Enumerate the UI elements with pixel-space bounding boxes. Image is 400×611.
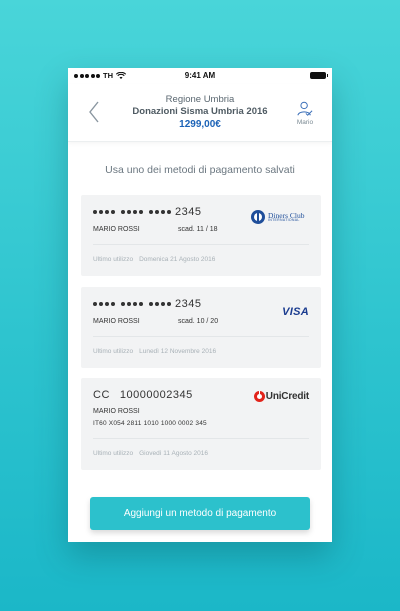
masked-digits [93, 302, 171, 306]
payment-bank-unicredit[interactable]: CC 10000002345 UniCredit MARIO ROSSI IT6… [81, 378, 321, 470]
unicredit-mark-icon [253, 391, 265, 402]
unicredit-logo-text: UniCredit [265, 391, 309, 402]
account-prefix: CC [93, 389, 110, 401]
card-expiry: scad. 11 / 18 [178, 226, 218, 233]
user-profile-button[interactable]: Mario [292, 101, 318, 126]
last-used-label: Ultimo utilizzo [93, 348, 134, 355]
last-used-label: Ultimo utilizzo [93, 450, 134, 457]
card-last-used: Ultimo utilizzo Lunedì 12 Novembre 2016 [93, 348, 216, 355]
header-campaign: Donazioni Sisma Umbria 2016 [132, 106, 268, 117]
payment-card-diners[interactable]: 2345 Diners Club INTERNATIONAL MARIO ROS… [81, 195, 321, 276]
unicredit-logo: UniCredit [253, 391, 309, 402]
header-amount: 1299,00€ [179, 119, 221, 130]
header-organization: Regione Umbria [165, 94, 235, 105]
status-time: 9:41 AM [184, 71, 216, 80]
nav-header: Regione Umbria Donazioni Sisma Umbria 20… [68, 84, 332, 142]
card-number: 2345 [93, 298, 201, 310]
masked-digits [93, 210, 171, 214]
phone-screen: TH 9:41 AM Regione Umbria Donazioni Sism… [68, 68, 332, 542]
account-number: CC 10000002345 [93, 389, 193, 401]
card-last-used: Ultimo utilizzo Giovedì 11 Agosto 2016 [93, 450, 208, 457]
card-holder: MARIO ROSSI [93, 318, 140, 325]
card-number: 2345 [93, 206, 201, 218]
last-used-date: Giovedì 11 Agosto 2016 [139, 450, 208, 457]
card-divider [93, 438, 309, 439]
account-holder: MARIO ROSSI [93, 408, 140, 415]
account-iban: IT60 X054 2811 1010 1000 0002 345 [93, 420, 207, 427]
battery-icon [310, 72, 328, 79]
diners-club-mark-icon [251, 210, 265, 224]
payment-card-visa[interactable]: 2345 VISA MARIO ROSSI scad. 10 / 20 Ulti… [81, 287, 321, 368]
status-bar: TH 9:41 AM [68, 68, 332, 84]
user-label: Mario [296, 119, 314, 126]
visa-logo: VISA [282, 306, 309, 318]
last-used-date: Domenica 21 Agosto 2016 [139, 256, 216, 263]
card-last-used: Ultimo utilizzo Domenica 21 Agosto 2016 [93, 256, 215, 263]
last-used-date: Lunedì 12 Novembre 2016 [139, 348, 217, 355]
card-divider [93, 244, 309, 245]
user-icon [297, 101, 313, 116]
card-last4: 2345 [175, 298, 202, 310]
add-payment-method-button[interactable]: Aggiungi un metodo di pagamento [90, 497, 310, 530]
last-used-label: Ultimo utilizzo [93, 256, 134, 263]
account-number-value: 10000002345 [119, 389, 193, 401]
card-last4: 2345 [175, 206, 202, 218]
card-divider [93, 336, 309, 337]
card-expiry: scad. 10 / 20 [178, 318, 219, 325]
card-holder: MARIO ROSSI [93, 226, 140, 233]
header-title-block: Regione Umbria Donazioni Sisma Umbria 20… [108, 94, 292, 132]
diners-logo-subtext: INTERNATIONAL [268, 218, 300, 222]
diners-club-logo: Diners Club INTERNATIONAL [251, 208, 309, 226]
section-subtitle: Usa uno dei metodi di pagamento salvati [105, 164, 295, 176]
back-chevron-icon[interactable] [87, 100, 101, 124]
